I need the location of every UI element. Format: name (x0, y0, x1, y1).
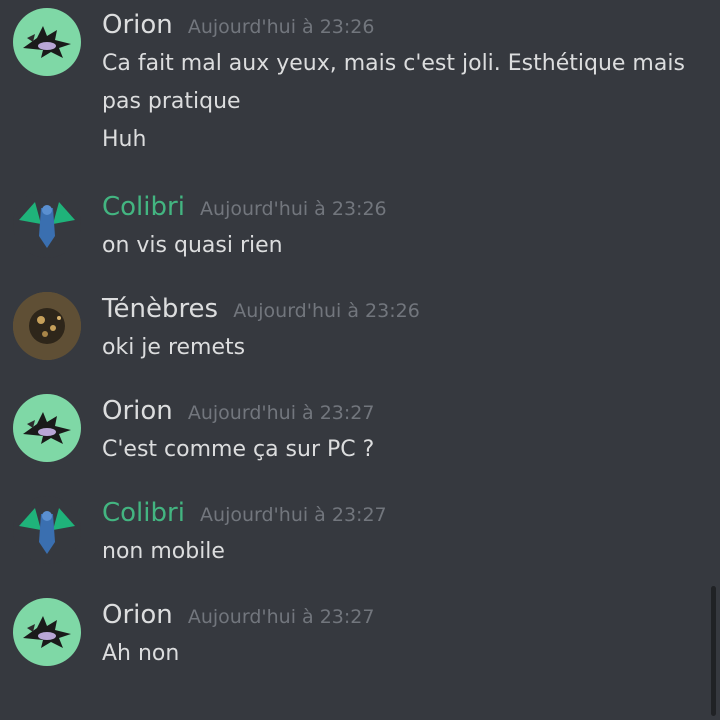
message-timestamp: Aujourd'hui à 23:26 (233, 300, 420, 322)
dragon-icon (19, 202, 75, 248)
author-name[interactable]: Orion (102, 600, 173, 630)
message-text: Ah non (102, 641, 180, 666)
message-text: Huh (102, 127, 147, 152)
author-name[interactable]: Orion (102, 10, 173, 40)
message: Ténèbres Aujourd'hui à 23:26 oki je reme… (0, 292, 700, 372)
avatar[interactable] (13, 496, 81, 564)
message-text: Ca fait mal aux yeux, mais c'est joli. E… (102, 51, 685, 76)
author-name[interactable]: Colibri (102, 498, 185, 528)
message-timestamp: Aujourd'hui à 23:27 (187, 402, 375, 424)
scrollbar[interactable] (711, 586, 716, 716)
dragon-icon (23, 26, 71, 58)
message-timestamp: Aujourd'hui à 23:27 (200, 504, 387, 526)
message-timestamp: Aujourd'hui à 23:26 (187, 16, 375, 38)
avatar[interactable] (13, 394, 81, 462)
message: Colibri Aujourd'hui à 23:27 non mobile (0, 496, 700, 576)
message: Orion Aujourd'hui à 23:27 Ah non (0, 598, 700, 678)
message-text: non mobile (102, 539, 225, 564)
message-timestamp: Aujourd'hui à 23:26 (200, 198, 387, 220)
avatar[interactable] (13, 190, 81, 258)
message-text: pas pratique (102, 89, 241, 114)
avatar[interactable] (13, 598, 81, 666)
message-text: on vis quasi rien (102, 233, 283, 258)
message: Orion Aujourd'hui à 23:26 Ca fait mal au… (0, 8, 700, 168)
message: Orion Aujourd'hui à 23:27 C'est comme ça… (0, 394, 700, 474)
avatar[interactable] (13, 292, 81, 360)
author-name[interactable]: Colibri (102, 192, 185, 222)
avatar[interactable] (13, 8, 81, 76)
message-text: C'est comme ça sur PC ? (102, 437, 375, 462)
dragon-icon (23, 412, 71, 444)
author-name[interactable]: Orion (102, 396, 173, 426)
message-timestamp: Aujourd'hui à 23:27 (187, 606, 375, 628)
author-name[interactable]: Ténèbres (102, 294, 218, 324)
message: Colibri Aujourd'hui à 23:26 on vis quasi… (0, 190, 700, 270)
message-text: oki je remets (102, 335, 246, 360)
dragon-icon (19, 508, 75, 554)
photo-avatar-icon (13, 292, 81, 360)
dragon-icon (23, 616, 71, 648)
